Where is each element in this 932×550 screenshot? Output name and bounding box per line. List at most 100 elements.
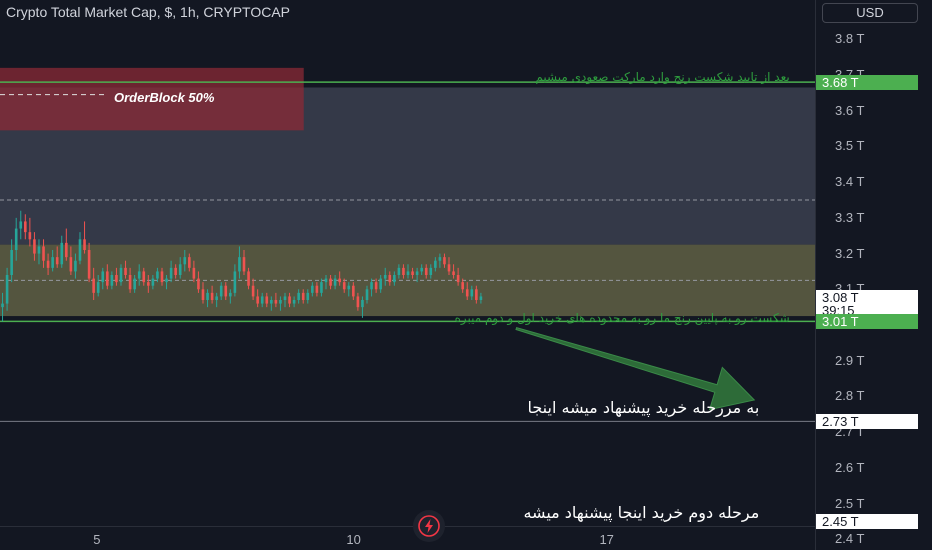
candle-body-90 (411, 271, 414, 275)
candle-body-71 (324, 278, 328, 283)
candle-body-3 (14, 228, 18, 250)
y-tick-14: 2.4 T (835, 531, 865, 547)
candle-body-99 (452, 271, 455, 275)
candle-body-61 (279, 300, 282, 304)
candle-body-51 (233, 271, 237, 293)
candle-body-20 (92, 278, 95, 293)
candle-body-66 (301, 292, 305, 300)
candle-body-63 (288, 296, 291, 304)
y-tick-3: 3.5 T (835, 138, 865, 154)
price-tag-2: 3.01 T (816, 314, 918, 330)
candle-body-17 (78, 239, 82, 261)
candle-body-42 (192, 267, 196, 279)
candle-body-11 (51, 257, 54, 268)
tradingview-logo-icon[interactable] (413, 510, 445, 542)
candle-body-89 (406, 271, 410, 275)
candle-body-16 (74, 260, 77, 272)
candle-body-78 (356, 296, 360, 308)
candle-body-81 (370, 282, 373, 290)
candle-body-62 (283, 296, 287, 300)
candle-body-73 (333, 278, 337, 286)
candle-body-36 (165, 278, 168, 283)
candle-body-8 (37, 246, 41, 254)
candle-body-92 (420, 267, 423, 272)
candle-body-91 (415, 271, 419, 275)
candle-body-70 (320, 282, 323, 293)
candle-body-33 (151, 278, 155, 286)
candle-body-59 (270, 300, 273, 304)
candle-body-41 (188, 257, 191, 268)
y-tick-13: 2.5 T (835, 495, 865, 511)
candle-body-82 (374, 282, 378, 290)
currency-button[interactable]: USD (822, 3, 918, 23)
candle-body-29 (133, 278, 136, 290)
candle-body-43 (197, 278, 200, 290)
candle-body-64 (292, 300, 296, 304)
candle-body-40 (183, 257, 187, 265)
candle-body-46 (210, 292, 214, 300)
candle-body-0 (1, 303, 4, 308)
y-tick-9: 2.9 T (835, 352, 865, 368)
candle-body-101 (461, 282, 464, 290)
candle-body-31 (142, 271, 146, 283)
candle-body-103 (470, 289, 474, 297)
price-tag-3: 2.73 T (816, 414, 918, 430)
candle-body-38 (174, 267, 177, 275)
candle-body-74 (338, 278, 341, 283)
candle-body-58 (265, 296, 269, 304)
candle-body-23 (106, 271, 109, 286)
candle-body-24 (110, 275, 114, 286)
candle-body-12 (55, 257, 59, 265)
annotation-2: به مررحله خرید پیشنهاد میشه اینجا (527, 397, 760, 417)
candle-body-27 (124, 267, 127, 275)
candle-body-5 (24, 221, 27, 233)
candle-body-69 (315, 285, 319, 293)
candle-body-75 (342, 282, 346, 290)
candle-body-13 (60, 242, 64, 265)
candle-body-105 (479, 296, 483, 300)
candle-body-56 (256, 296, 259, 304)
candle-body-65 (297, 292, 300, 300)
time-axis-line (0, 526, 815, 527)
candle-body-28 (128, 275, 132, 290)
candle-body-26 (119, 267, 123, 283)
logo-glyph (418, 515, 440, 537)
candle-body-83 (379, 278, 382, 290)
price-chart[interactable] (0, 0, 932, 550)
y-tick-6: 3.2 T (835, 245, 865, 261)
candle-body-50 (229, 292, 232, 297)
candle-body-76 (347, 285, 351, 290)
candle-body-22 (101, 271, 105, 283)
x-tick-2: 17 (599, 532, 614, 547)
candle-body-55 (251, 285, 255, 297)
price-tag-4: 2.45 T (816, 514, 918, 530)
y-tick-10: 2.8 T (835, 388, 865, 404)
chart-title: Crypto Total Market Cap, $, 1h, CRYPTOCA… (6, 4, 291, 20)
annotation-0: بعد از تایید شکست رنج وارد مارکت صعودی م… (535, 70, 790, 85)
candle-body-39 (178, 264, 182, 275)
candle-body-30 (137, 271, 141, 279)
candle-body-57 (260, 296, 264, 304)
candle-body-4 (19, 221, 23, 229)
candle-body-53 (242, 257, 246, 272)
candle-body-54 (247, 271, 250, 286)
candle-body-25 (115, 275, 118, 283)
candle-body-77 (352, 285, 355, 297)
annotation-3: مرحله دوم خرید اینجا پیشنهاد میشه (523, 502, 760, 522)
candle-body-34 (156, 271, 159, 279)
candle-body-79 (361, 300, 364, 308)
candle-body-102 (465, 289, 469, 297)
candle-body-48 (219, 285, 223, 297)
candle-body-87 (397, 267, 401, 275)
candle-body-97 (443, 257, 446, 265)
candle-body-60 (274, 300, 278, 304)
candle-body-32 (147, 282, 150, 286)
candle-body-2 (10, 250, 13, 275)
candle-body-47 (215, 296, 218, 300)
candle-body-18 (83, 239, 86, 250)
candle-body-72 (329, 278, 332, 286)
candle-body-95 (434, 260, 437, 268)
candle-body-93 (424, 267, 428, 275)
x-tick-0: 5 (93, 532, 101, 547)
y-tick-4: 3.4 T (835, 174, 865, 190)
